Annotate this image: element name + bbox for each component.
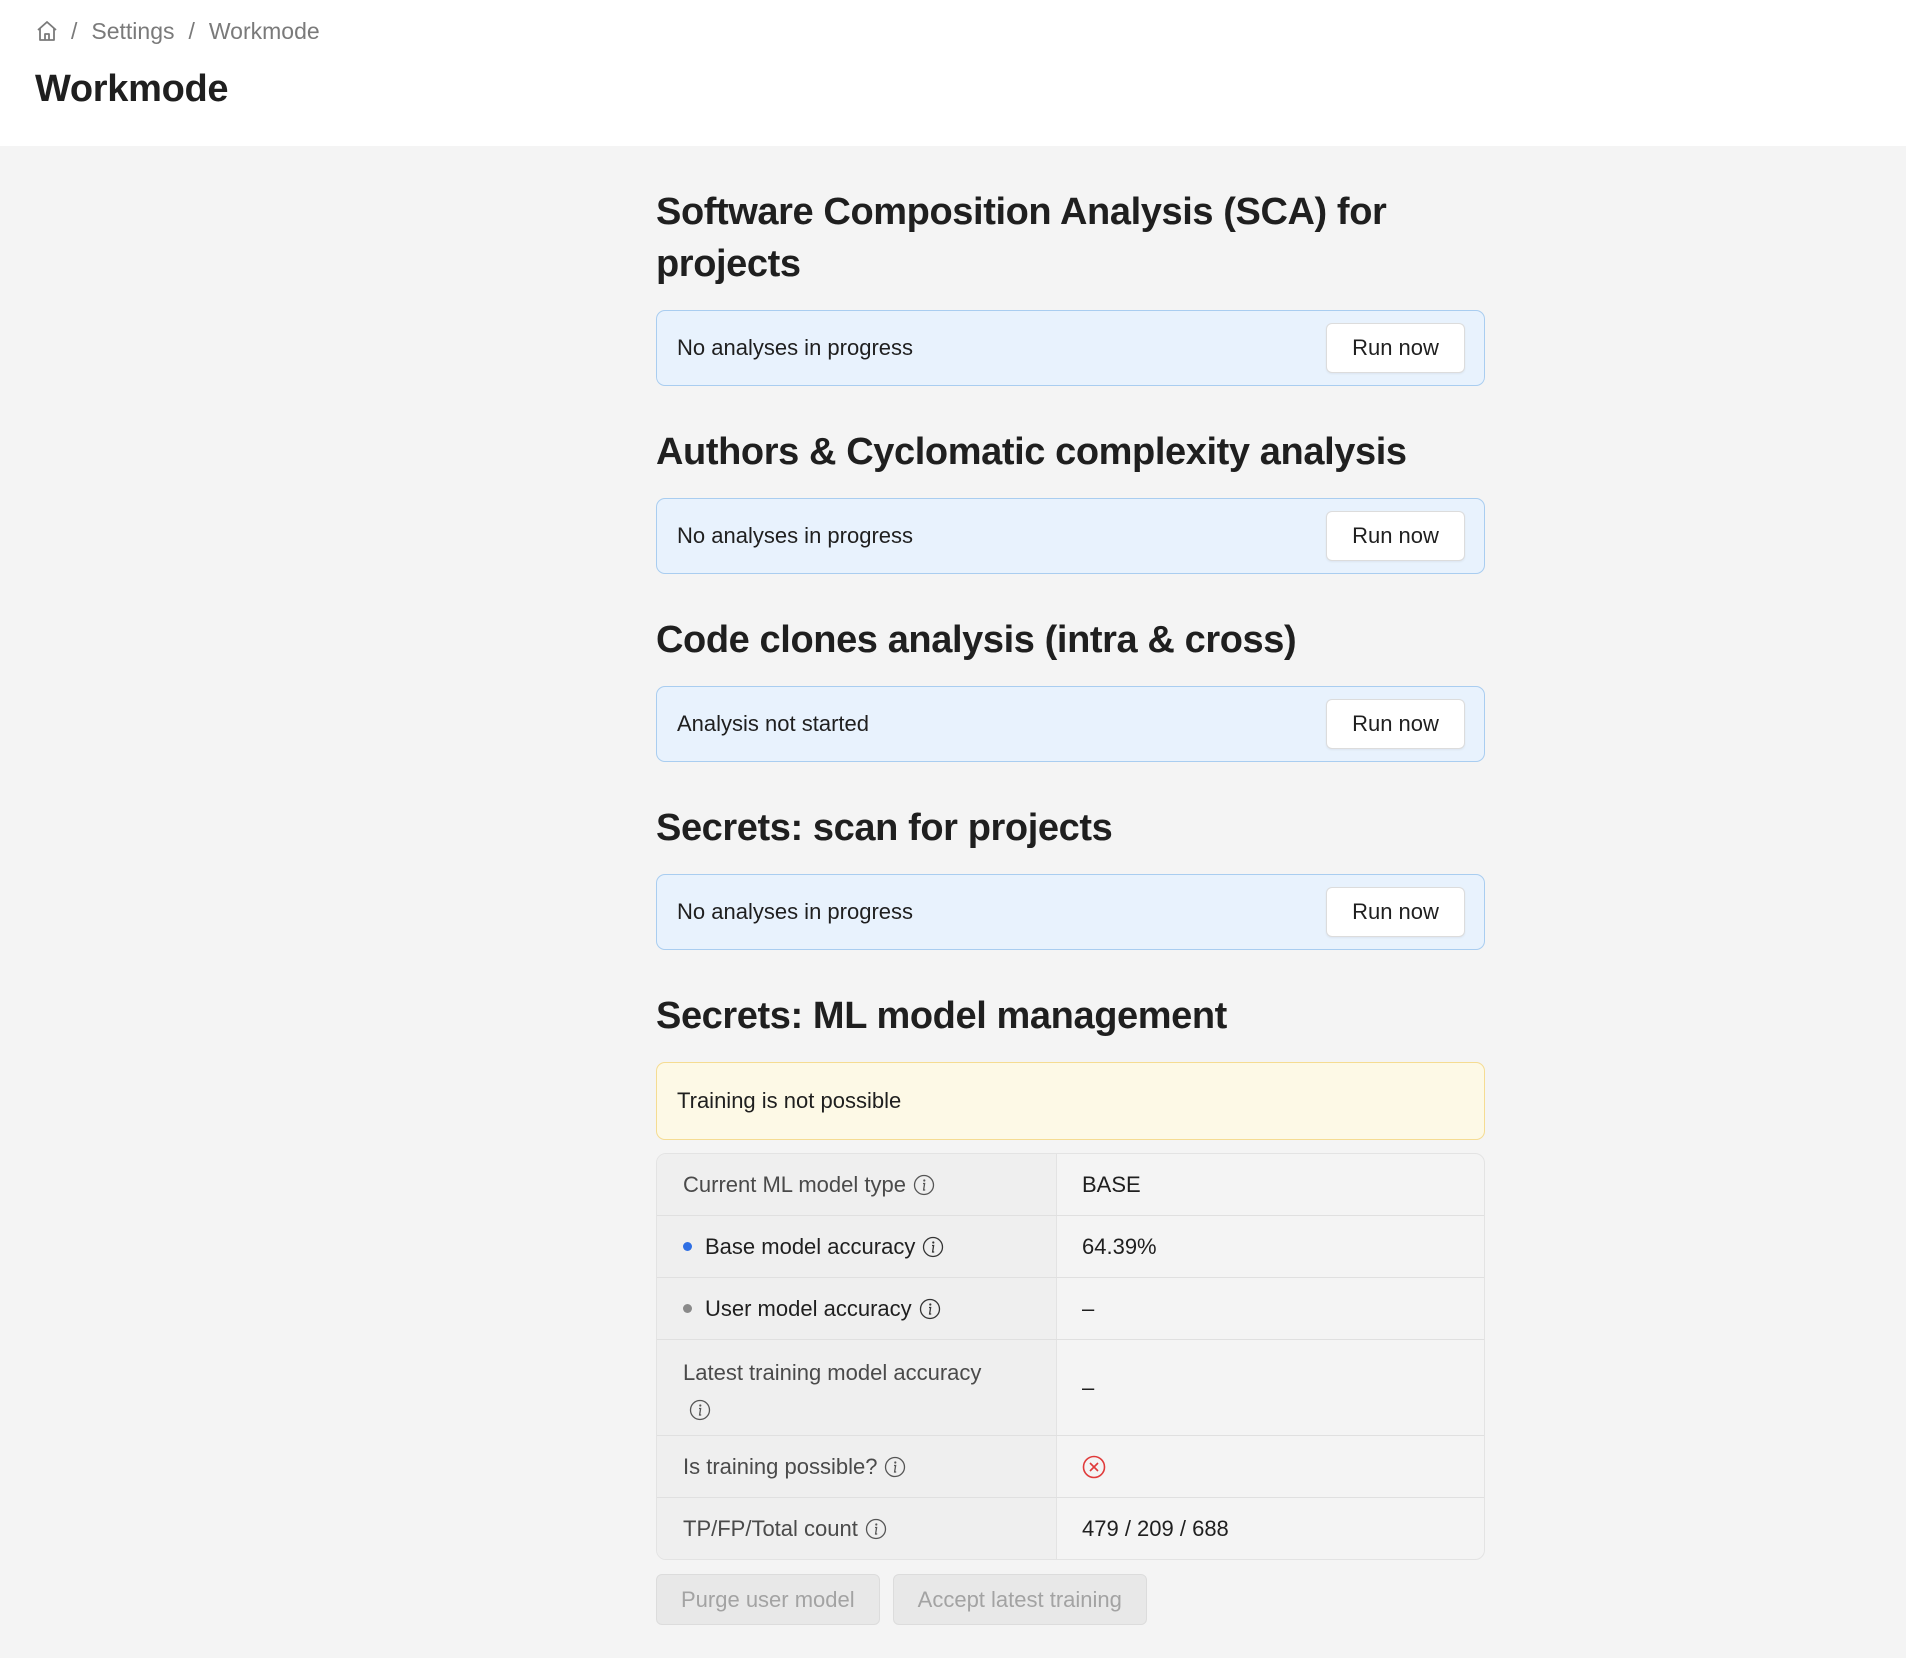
table-row: Current ML model type BASE [657,1154,1484,1215]
label-text: User model accuracy [705,1295,912,1321]
page-header: / Settings / Workmode Workmode [0,0,1906,146]
purge-user-model-button[interactable]: Purge user model [656,1574,880,1625]
info-icon[interactable] [865,1518,887,1540]
label-text: Current ML model type [683,1171,906,1197]
row-value: – [1082,1295,1095,1321]
status-text: No analyses in progress [677,899,914,924]
table-row: Base model accuracy 64.39% [657,1215,1484,1277]
row-label: Latest training model accuracy [657,1340,1057,1435]
base-model-dot [683,1242,692,1251]
row-value: BASE [1082,1171,1141,1197]
section-code-clones: Code clones analysis (intra & cross) Ana… [656,614,1485,762]
run-now-button[interactable]: Run now [1326,323,1465,373]
run-now-button[interactable]: Run now [1326,699,1465,749]
status-text: No analyses in progress [677,335,914,360]
row-value: 64.39% [1082,1233,1157,1259]
row-value: – [1082,1374,1095,1400]
section-title: Software Composition Analysis (SCA) for … [656,191,1387,285]
section-secrets-scan: Secrets: scan for projects No analyses i… [656,802,1485,950]
section-authors-complexity: Authors & Cyclomatic complexity analysis… [656,426,1485,574]
info-icon[interactable] [884,1456,906,1478]
row-label: TP/FP/Total count [657,1498,1057,1559]
row-label: Is training possible? [657,1436,1057,1497]
run-now-button[interactable]: Run now [1326,887,1465,937]
run-now-button[interactable]: Run now [1326,511,1465,561]
status-box: Analysis not started Run now [656,686,1485,762]
status-box: No analyses in progress Run now [656,310,1485,386]
section-title: Code clones analysis (intra & cross) [656,619,1297,661]
table-row: Is training possible? [657,1435,1484,1497]
section-title: Secrets: scan for projects [656,807,1113,849]
home-icon[interactable] [35,19,59,43]
main-content: Software Composition Analysis (SCA) for … [656,146,1485,1625]
status-text: No analyses in progress [677,523,914,548]
breadcrumb-separator: / [188,17,195,44]
status-text: Analysis not started [677,711,869,736]
warning-box: Training is not possible [656,1062,1485,1140]
label-text: Is training possible? [683,1453,878,1479]
info-icon[interactable] [689,1397,711,1421]
user-model-dot [683,1304,692,1313]
info-icon[interactable] [913,1174,935,1196]
ml-info-table: Current ML model type BASE Base model ac… [656,1153,1485,1560]
row-value: 479 / 209 / 688 [1082,1515,1229,1541]
section-title: Secrets: ML model management [656,995,1227,1037]
label-text: TP/FP/Total count [683,1515,858,1541]
accept-latest-training-button[interactable]: Accept latest training [892,1574,1147,1625]
label-text: Latest training model accuracy [683,1360,982,1385]
breadcrumb-settings[interactable]: Settings [91,18,174,45]
warning-text: Training is not possible [677,1088,902,1113]
row-label: Base model accuracy [657,1216,1057,1277]
section-title: Authors & Cyclomatic complexity analysis [656,431,1407,473]
breadcrumb-workmode: Workmode [208,17,320,44]
table-row: Latest training model accuracy – [657,1339,1484,1435]
section-sca: Software Composition Analysis (SCA) for … [656,186,1485,386]
label-text: Base model accuracy [705,1233,916,1259]
breadcrumb-separator: / [71,17,78,44]
info-icon[interactable] [922,1236,944,1258]
row-label: Current ML model type [657,1154,1057,1215]
section-ml-model: Secrets: ML model management Training is… [656,990,1485,1625]
ml-actions: Purge user model Accept latest training [656,1574,1485,1625]
table-row: User model accuracy – [657,1277,1484,1339]
row-value [1057,1436,1484,1497]
breadcrumb: / Settings / Workmode [35,16,1871,46]
page-title: Workmode [35,68,229,110]
status-box: No analyses in progress Run now [656,874,1485,950]
status-box: No analyses in progress Run now [656,498,1485,574]
row-label: User model accuracy [657,1278,1057,1339]
info-icon[interactable] [919,1298,941,1320]
table-row: TP/FP/Total count 479 / 209 / 688 [657,1497,1484,1559]
x-circle-icon [1082,1455,1106,1479]
